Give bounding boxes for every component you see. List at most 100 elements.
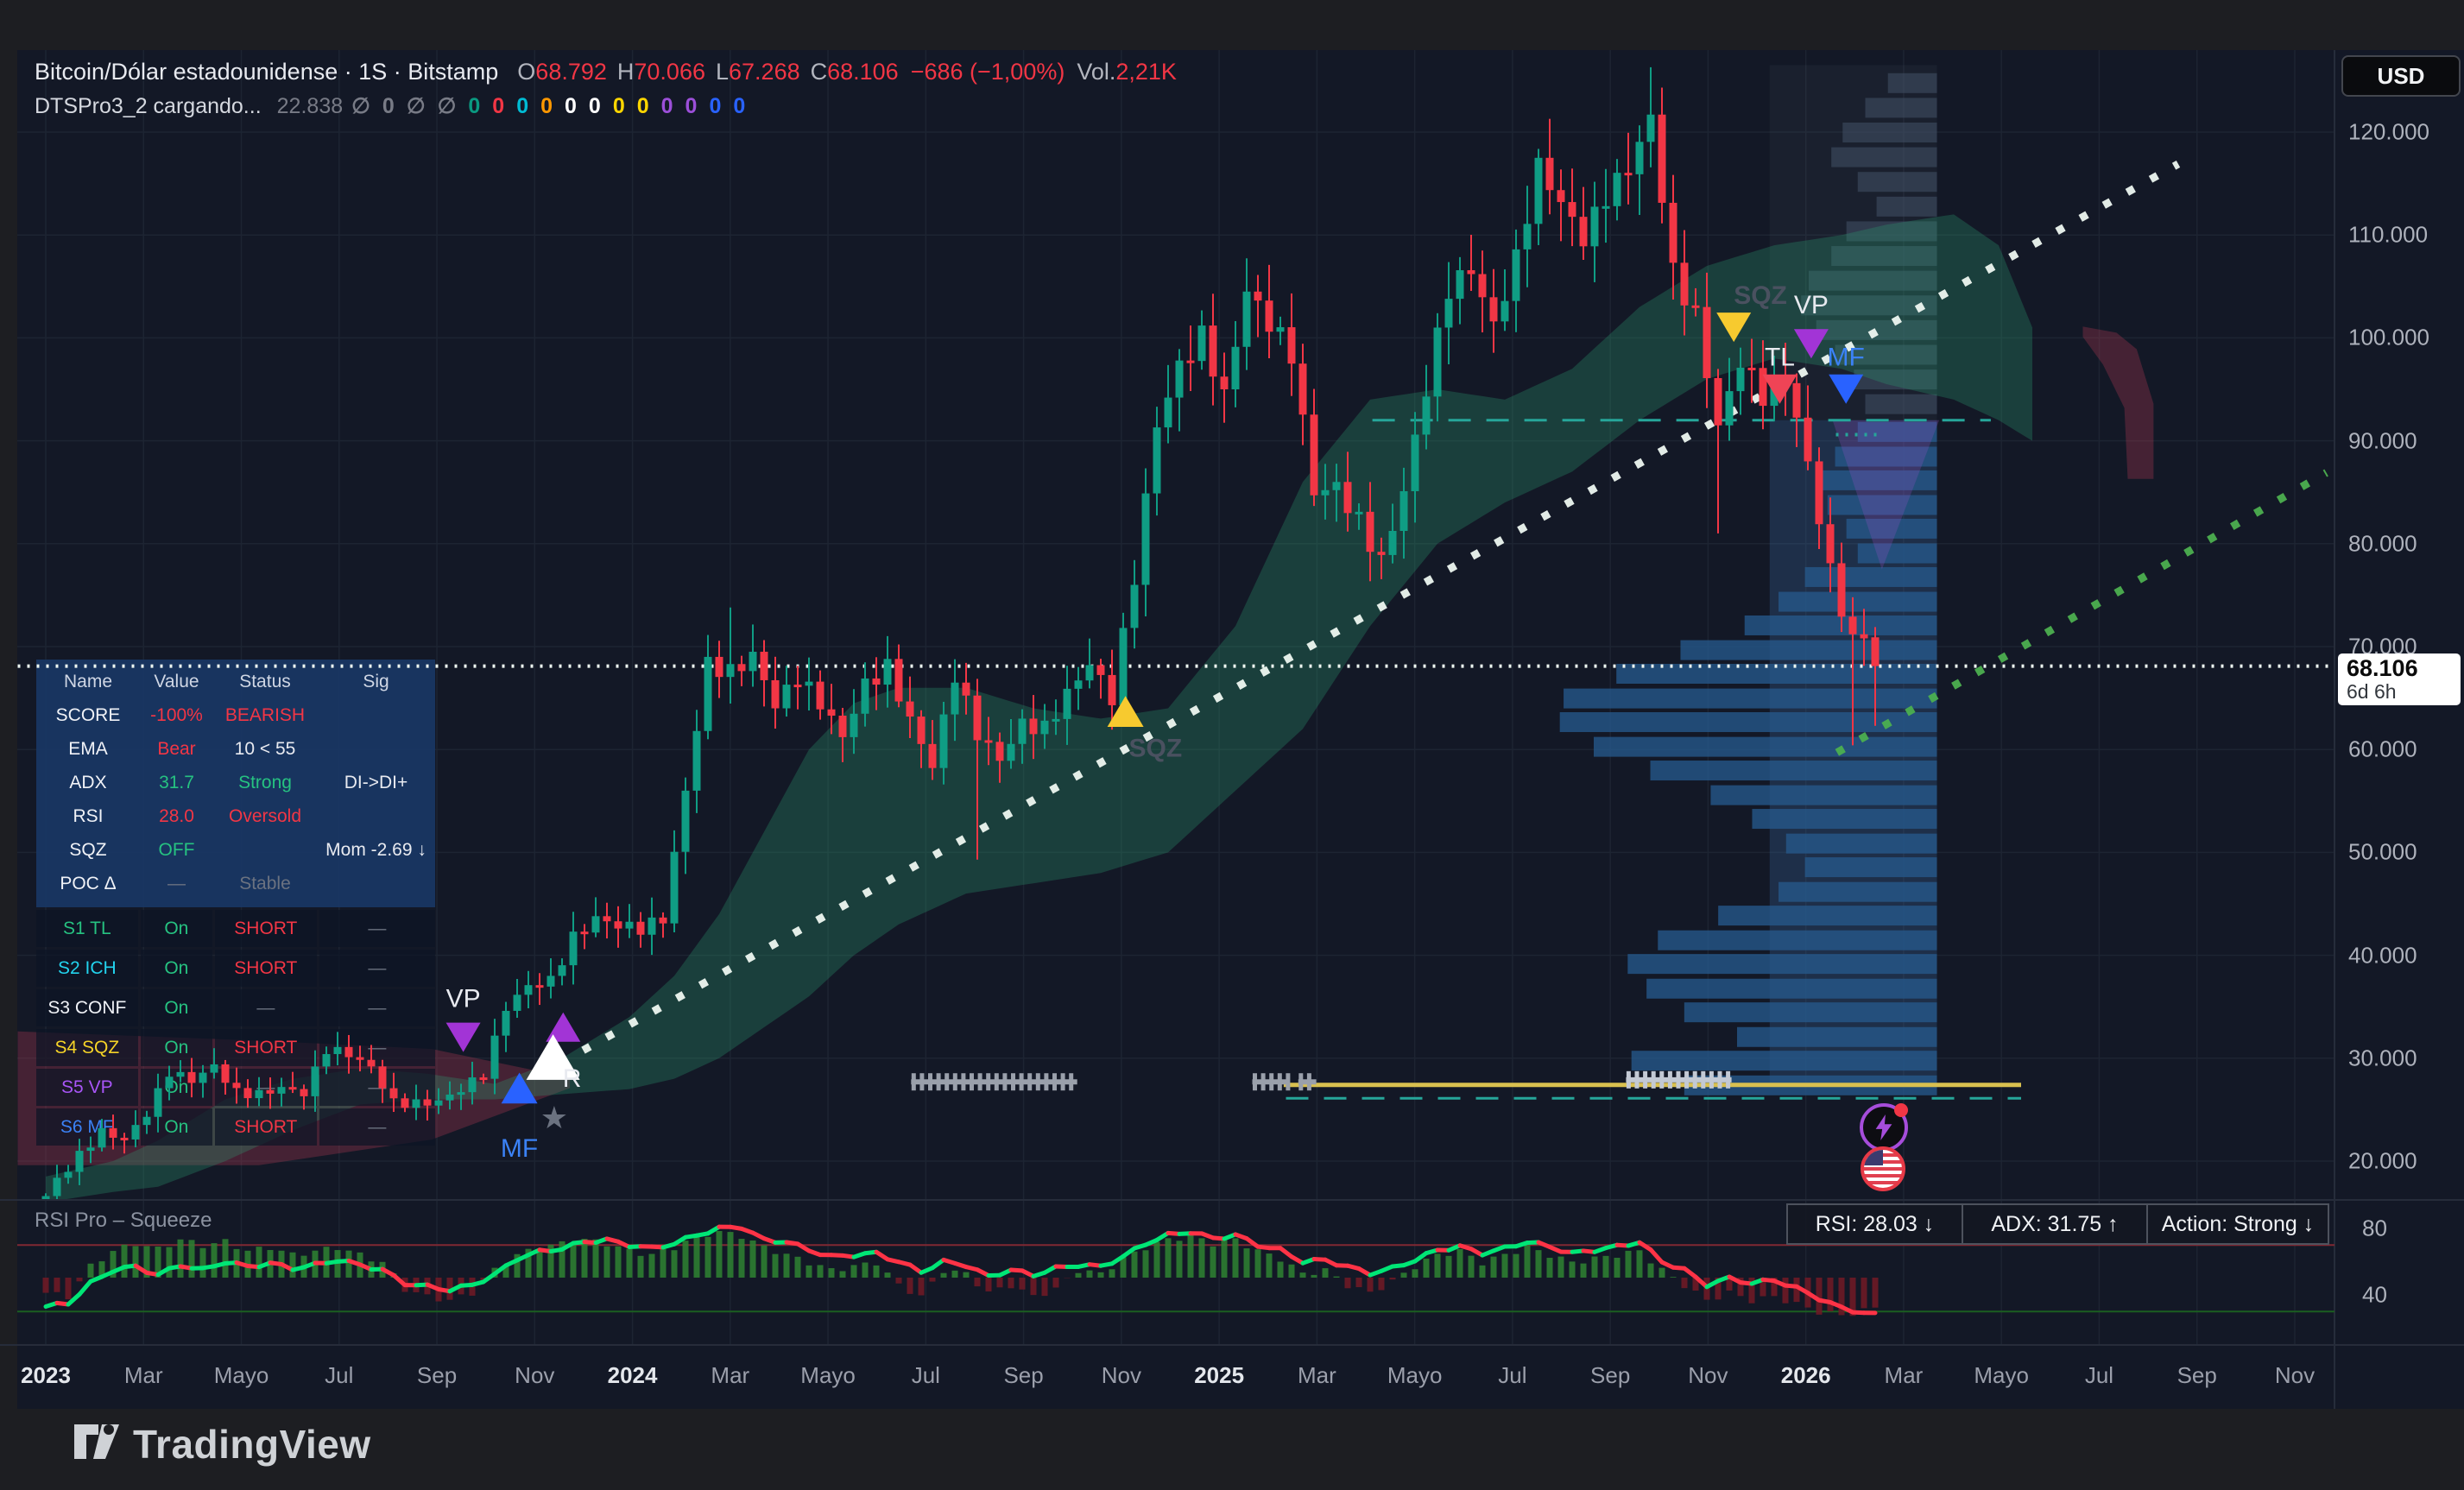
momentum-bar	[1828, 1278, 1834, 1311]
time-axis-label[interactable]: Mayo	[1974, 1362, 2029, 1389]
signal-marker-purple	[546, 1013, 580, 1042]
momentum-bar	[1614, 1258, 1621, 1278]
price-axis-label[interactable]: 100.000	[2348, 325, 2429, 351]
price-axis-label[interactable]: 90.000	[2348, 427, 2417, 454]
candle-body	[1849, 616, 1857, 634]
candle-body	[1501, 301, 1509, 322]
price-axis-label[interactable]: 30.000	[2348, 1045, 2417, 1071]
candle-body	[1120, 628, 1128, 705]
candle-body	[1861, 635, 1868, 639]
time-axis-label[interactable]: 2024	[608, 1362, 658, 1389]
momentum-bar	[1031, 1278, 1037, 1295]
candle-body	[626, 922, 634, 929]
momentum-bar	[717, 1231, 723, 1278]
momentum-bar	[1020, 1278, 1026, 1290]
candle-body	[1793, 383, 1801, 418]
time-axis-label[interactable]: 2025	[1194, 1362, 1244, 1389]
price-axis-label[interactable]: 40.000	[2348, 942, 2417, 969]
time-axis-label[interactable]: 2026	[1781, 1362, 1831, 1389]
price-axis-label[interactable]: 50.000	[2348, 839, 2417, 866]
price-axis-label[interactable]: 60.000	[2348, 736, 2417, 763]
time-axis-label[interactable]: Mar	[711, 1362, 749, 1389]
candle-body	[1389, 531, 1397, 555]
momentum-bar	[1244, 1248, 1250, 1278]
momentum-bar	[986, 1278, 992, 1291]
candle-body	[884, 659, 892, 685]
indicator-name[interactable]: DTSPro3_2 cargando...	[35, 94, 262, 118]
price-axis-label[interactable]: 20.000	[2348, 1148, 2417, 1175]
lightning-event-icon[interactable]	[1860, 1103, 1908, 1152]
candle-body	[54, 1177, 61, 1196]
time-axis-label[interactable]: Sep	[1590, 1362, 1630, 1389]
price-axis-label[interactable]: 120.000	[2348, 119, 2429, 146]
time-axis-label[interactable]: Nov	[1688, 1362, 1728, 1389]
candle-body	[1647, 115, 1655, 142]
indicator-chip: 0	[589, 94, 601, 118]
time-axis-label[interactable]: Nov	[1102, 1362, 1141, 1389]
momentum-bar	[930, 1278, 936, 1282]
momentum-bar	[1873, 1278, 1879, 1308]
candle-body	[166, 1076, 174, 1088]
time-axis-label[interactable]: Jul	[2085, 1362, 2113, 1389]
candle-body	[110, 1128, 117, 1138]
momentum-bar	[997, 1278, 1003, 1287]
candle-body	[1008, 744, 1015, 761]
green-dotted-support	[1837, 473, 2327, 753]
squeeze-cross-cluster	[1298, 1073, 1317, 1090]
momentum-bar	[1648, 1264, 1654, 1278]
momentum-bar	[77, 1278, 83, 1281]
momentum-bar	[256, 1247, 262, 1278]
symbol-legend-row[interactable]: Bitcoin/Dólar estadounidense · 1S · Bits…	[35, 59, 1177, 85]
candle-body	[682, 791, 690, 852]
momentum-bar	[638, 1256, 644, 1278]
time-axis-label[interactable]: Nov	[515, 1362, 554, 1389]
momentum-bar	[952, 1271, 958, 1278]
time-axis-label[interactable]: Mayo	[800, 1362, 856, 1389]
symbol-title[interactable]: Bitcoin/Dólar estadounidense · 1S · Bits…	[35, 59, 498, 85]
candles	[42, 67, 1880, 1212]
time-axis-label[interactable]: Jul	[912, 1362, 940, 1389]
time-axis-label[interactable]: Sep	[2177, 1362, 2217, 1389]
time-axis-label[interactable]: Nov	[2275, 1362, 2315, 1389]
candle-body	[323, 1054, 331, 1066]
time-axis-label[interactable]: Mar	[1885, 1362, 1924, 1389]
candle-body	[704, 657, 712, 731]
time-axis-label[interactable]: Mayo	[214, 1362, 269, 1389]
momentum-bar	[1356, 1278, 1362, 1287]
rsi-axis-label[interactable]: 40	[2362, 1282, 2387, 1309]
rsi-axis-label[interactable]: 80	[2362, 1215, 2387, 1242]
price-axis-label[interactable]: 80.000	[2348, 530, 2417, 557]
indicator-chip: 0	[661, 94, 673, 118]
tradingview-attribution[interactable]: TradingView	[73, 1421, 371, 1468]
candle-body	[413, 1099, 420, 1108]
candle-body	[1715, 378, 1722, 426]
price-axis-label[interactable]: 110.000	[2348, 222, 2428, 249]
momentum-bar	[346, 1251, 352, 1278]
time-axis-label[interactable]: Sep	[1003, 1362, 1043, 1389]
candle-body	[716, 657, 723, 677]
marker-label: VP	[1794, 291, 1829, 319]
white-dotted-resistance	[559, 164, 2178, 1064]
time-axis-label[interactable]: Jul	[1498, 1362, 1526, 1389]
candle-body	[974, 696, 982, 741]
candle-body	[514, 994, 521, 1011]
indicator-legend-row[interactable]: DTSPro3_2 cargando...22.838∅0∅∅000000000…	[35, 93, 757, 119]
candle-body	[390, 1089, 398, 1099]
candle-body	[660, 918, 667, 924]
currency-toggle-button[interactable]: USD	[2341, 55, 2461, 97]
time-axis-label[interactable]: Jul	[325, 1362, 353, 1389]
time-axis-label[interactable]: 2023	[21, 1362, 71, 1389]
candle-body	[1378, 552, 1386, 555]
momentum-bar	[975, 1278, 981, 1286]
momentum-bar	[694, 1234, 700, 1278]
marker-label: VP	[446, 985, 481, 1013]
candle-body	[1266, 300, 1273, 331]
time-axis-label[interactable]: Mar	[124, 1362, 163, 1389]
time-axis-label[interactable]: Mayo	[1387, 1362, 1443, 1389]
time-axis-label[interactable]: Mar	[1298, 1362, 1336, 1389]
time-axis-label[interactable]: Sep	[417, 1362, 457, 1389]
us-flag-event-icon[interactable]	[1861, 1146, 1905, 1191]
signal-marker-#6b7280: ★	[540, 1100, 568, 1135]
indicator-chip: 0	[468, 94, 480, 118]
candle-body	[648, 918, 656, 935]
